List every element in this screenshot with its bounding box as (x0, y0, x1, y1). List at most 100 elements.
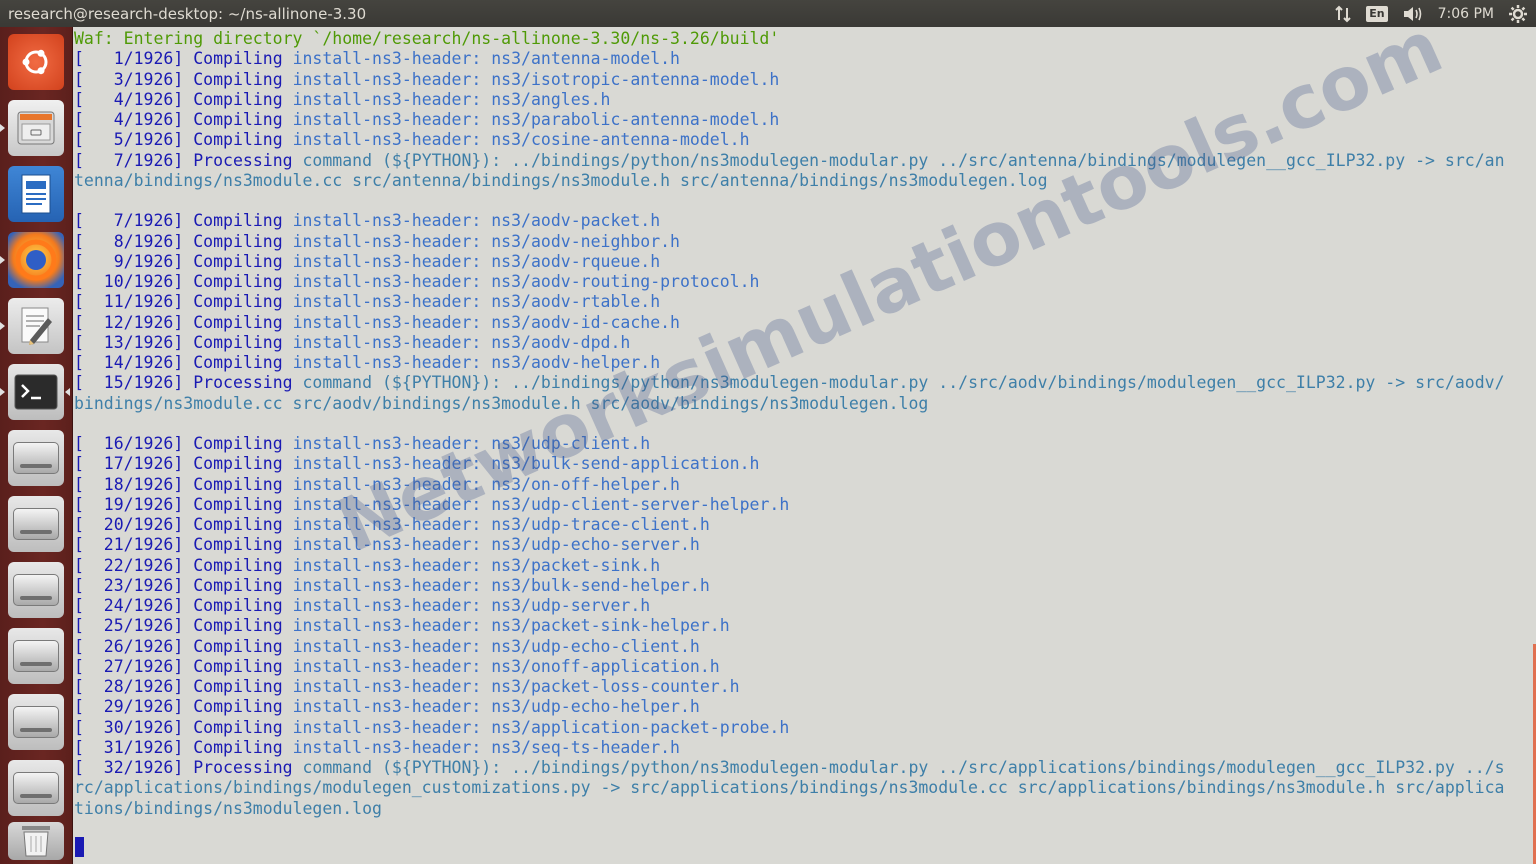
launcher-item-firefox[interactable] (8, 232, 64, 288)
terminal-line: [ 4/1926] Compiling install-ns3-header: … (74, 110, 1532, 130)
build-action: Processing (193, 758, 293, 777)
build-action: Compiling (193, 737, 283, 757)
build-progress: [ 11/1926] (74, 292, 184, 312)
document-icon (21, 174, 51, 214)
clock[interactable]: 7:06 PM (1438, 6, 1494, 22)
build-target: ns3/bulk-send-application.h (491, 454, 760, 474)
build-task: command (${PYTHON}): (302, 373, 502, 393)
launcher-item-ubuntu-dash[interactable] (8, 34, 64, 90)
build-progress: [ 23/1926] (74, 575, 184, 595)
build-action: Compiling (193, 130, 283, 150)
build-target: ns3/packet-sink-helper.h (491, 616, 730, 636)
build-progress: [ 12/1926] (74, 312, 184, 332)
build-target: ns3/aodv-neighbor.h (491, 231, 680, 251)
drive-icon (13, 640, 59, 672)
build-task: install-ns3-header: (292, 332, 482, 352)
build-task: install-ns3-header: (292, 211, 482, 231)
build-task: install-ns3-header: (292, 677, 482, 696)
terminal-line: [ 1/1926] Compiling install-ns3-header: … (74, 49, 1532, 69)
launcher-item-trash[interactable] (8, 822, 64, 860)
build-task: install-ns3-header: (292, 49, 482, 69)
build-task: install-ns3-header: (292, 697, 482, 717)
wrapped-line: tenna/bindings/ns3module.cc src/antenna/… (74, 170, 1048, 190)
terminal-line: [ 19/1926] Compiling install-ns3-header:… (74, 495, 1532, 515)
launcher-item-drive-4[interactable] (8, 628, 64, 684)
build-task: install-ns3-header: (292, 555, 482, 575)
build-progress: [ 24/1926] (74, 596, 184, 615)
build-task: install-ns3-header: (292, 312, 482, 332)
build-action: Processing (193, 150, 293, 170)
drive-icon (13, 574, 59, 606)
launcher-item-terminal[interactable] (8, 364, 64, 420)
build-progress: [ 1/1926] (74, 49, 184, 69)
build-progress: [ 22/1926] (74, 555, 184, 575)
build-progress: [ 21/1926] (74, 535, 184, 555)
build-target: ../bindings/python/ns3modulegen-modular.… (511, 150, 1505, 170)
build-progress: [ 5/1926] (74, 130, 184, 150)
build-progress: [ 10/1926] (74, 272, 184, 291)
terminal-line: [ 7/1926] Compiling install-ns3-header: … (74, 211, 1532, 231)
build-task: install-ns3-header: (292, 272, 482, 291)
build-target: ns3/antenna-model.h (491, 49, 680, 69)
terminal-line: [ 10/1926] Compiling install-ns3-header:… (74, 272, 1532, 292)
build-task: install-ns3-header: (292, 737, 482, 757)
build-progress: [ 9/1926] (74, 251, 184, 271)
speaker-icon[interactable] (1402, 5, 1424, 23)
build-action: Compiling (193, 494, 283, 514)
build-task: install-ns3-header: (292, 636, 482, 656)
network-updown-icon[interactable] (1334, 5, 1352, 23)
launcher-item-drive-6[interactable] (8, 760, 64, 816)
build-target: ns3/udp-server.h (491, 596, 651, 615)
build-target: ns3/application-packet-probe.h (491, 717, 790, 737)
launcher-item-text-editor[interactable] (8, 298, 64, 354)
launcher-item-drive-1[interactable] (8, 430, 64, 486)
gear-icon[interactable] (1508, 4, 1528, 24)
launcher-running-pip (0, 388, 5, 396)
top-panel: research@research-desktop: ~/ns-allinone… (0, 0, 1536, 27)
terminal-line: [ 12/1926] Compiling install-ns3-header:… (74, 313, 1532, 333)
build-target: ns3/isotropic-antenna-model.h (491, 69, 780, 89)
terminal-cursor (75, 837, 84, 857)
build-task: install-ns3-header: (292, 474, 482, 494)
launcher-item-drive-2[interactable] (8, 496, 64, 552)
terminal-line: [ 14/1926] Compiling install-ns3-header:… (74, 353, 1532, 373)
launcher-item-drive-3[interactable] (8, 562, 64, 618)
wrapped-line: rc/applications/bindings/modulegen_custo… (74, 778, 1505, 798)
build-target: ns3/aodv-helper.h (491, 353, 661, 372)
build-progress: [ 31/1926] (74, 737, 184, 757)
terminal-line: bindings/ns3module.cc src/aodv/bindings/… (74, 394, 1532, 414)
keyboard-layout-indicator[interactable]: En (1366, 5, 1388, 22)
launcher-item-writer[interactable] (8, 166, 64, 222)
build-task: install-ns3-header: (292, 535, 482, 555)
build-action: Compiling (193, 353, 283, 372)
build-target: ns3/angles.h (491, 89, 611, 109)
terminal-line: [ 5/1926] Compiling install-ns3-header: … (74, 130, 1532, 150)
terminal-line: [ 17/1926] Compiling install-ns3-header:… (74, 454, 1532, 474)
build-action: Compiling (193, 312, 283, 332)
build-progress: [ 8/1926] (74, 231, 184, 251)
build-progress: [ 29/1926] (74, 697, 184, 717)
build-progress: [ 3/1926] (74, 69, 184, 89)
build-task: install-ns3-header: (292, 110, 482, 129)
terminal-window[interactable]: Waf: Entering directory `/home/research/… (73, 27, 1536, 864)
build-task: install-ns3-header: (292, 130, 482, 150)
terminal-line: [ 18/1926] Compiling install-ns3-header:… (74, 475, 1532, 495)
build-target: ns3/parabolic-antenna-model.h (491, 110, 780, 129)
build-progress: [ 30/1926] (74, 717, 184, 737)
build-target: ../bindings/python/ns3modulegen-modular.… (511, 758, 1505, 777)
build-progress: [ 26/1926] (74, 636, 184, 656)
build-task: install-ns3-header: (292, 251, 482, 271)
build-target: ns3/bulk-send-helper.h (491, 575, 710, 595)
file-cabinet-icon (17, 111, 55, 145)
launcher-item-files[interactable] (8, 100, 64, 156)
launcher-item-drive-5[interactable] (8, 694, 64, 750)
build-task: install-ns3-header: (292, 515, 482, 534)
build-action: Compiling (193, 454, 283, 474)
terminal-line: Waf: Entering directory `/home/research/… (74, 29, 1532, 49)
waf-status-line: Waf: Entering directory `/home/research/… (74, 29, 780, 48)
terminal-line: [ 3/1926] Compiling install-ns3-header: … (74, 70, 1532, 90)
notepad-pencil-icon (21, 307, 52, 345)
build-progress: [ 27/1926] (74, 656, 184, 676)
build-progress: [ 4/1926] (74, 110, 184, 129)
build-action: Compiling (193, 717, 283, 737)
